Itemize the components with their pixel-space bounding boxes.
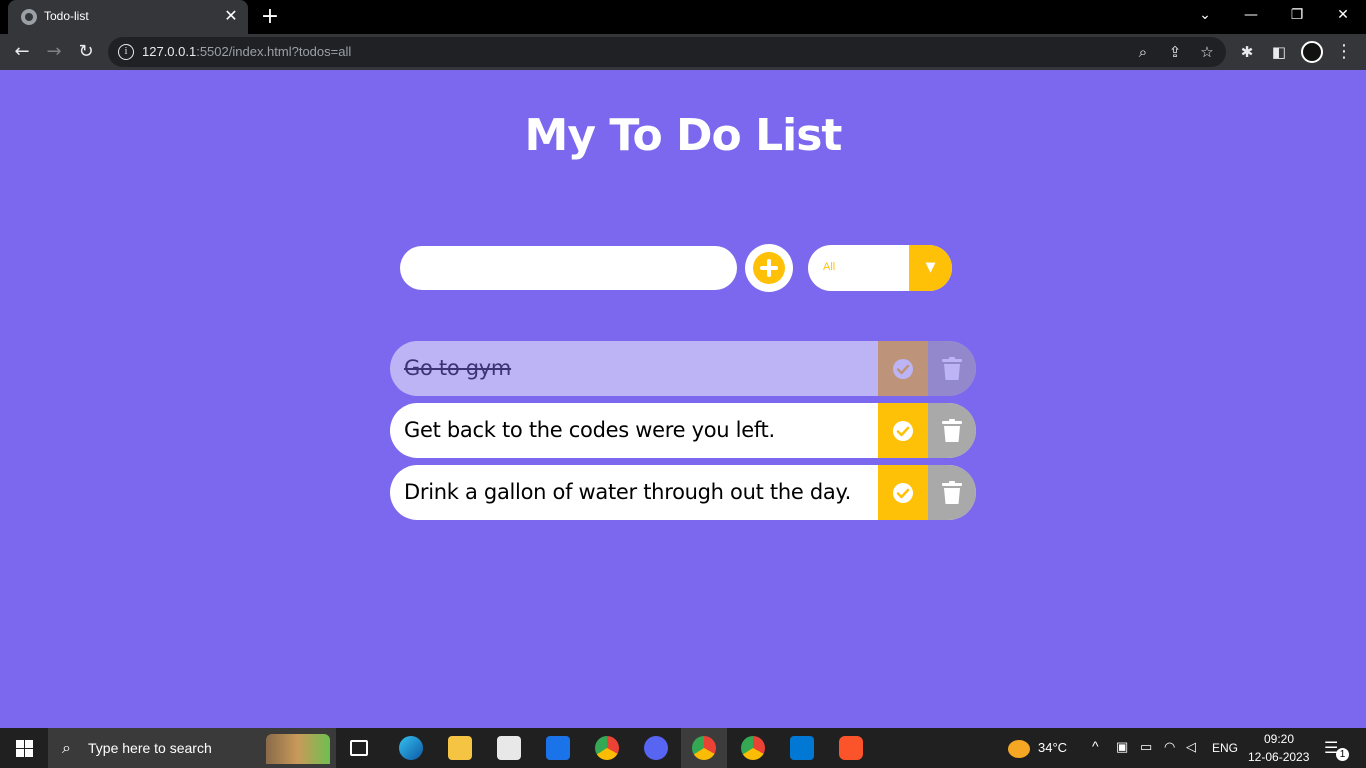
todo-text: Drink a gallon of water through out the … xyxy=(404,480,851,504)
menu-kebab-icon[interactable]: ⋮ xyxy=(1332,40,1356,64)
tray-chevron-icon[interactable]: ^ xyxy=(1092,738,1099,754)
tab-strip: Todo-list ✕ + ⌄ — ❐ ✕ xyxy=(0,0,1366,34)
brave-browser-icon[interactable] xyxy=(839,736,863,760)
search-placeholder: Type here to search xyxy=(88,740,212,756)
url-text[interactable]: 127.0.0.1:5502/index.html?todos=all xyxy=(142,44,351,59)
meet-now-icon[interactable]: ▣ xyxy=(1116,739,1128,755)
weather-icon[interactable] xyxy=(1008,740,1030,758)
address-bar[interactable]: i 127.0.0.1:5502/index.html?todos=all ⌕ … xyxy=(108,37,1226,67)
language-indicator[interactable]: ENG xyxy=(1212,741,1238,755)
trash-icon xyxy=(942,418,962,442)
discord-icon[interactable] xyxy=(644,736,668,760)
page-title: My To Do List xyxy=(524,110,843,161)
todo-item: Go to gym xyxy=(390,341,976,396)
delete-button[interactable] xyxy=(928,465,976,520)
mail-icon[interactable] xyxy=(546,736,570,760)
browser-toolbar: ← → ↻ i 127.0.0.1:5502/index.html?todos=… xyxy=(0,34,1366,70)
share-icon[interactable]: ⇪ xyxy=(1165,42,1185,62)
delete-button[interactable] xyxy=(928,341,976,396)
vscode-icon[interactable] xyxy=(790,736,814,760)
windows-start-icon[interactable] xyxy=(16,740,33,757)
check-circle-icon xyxy=(893,482,913,503)
minimize-button[interactable]: — xyxy=(1228,0,1274,30)
close-window-button[interactable]: ✕ xyxy=(1320,0,1366,30)
battery-icon[interactable]: ▭ xyxy=(1140,739,1152,755)
tab-title: Todo-list xyxy=(44,9,89,23)
reload-icon[interactable]: ↻ xyxy=(74,40,98,64)
todo-item: Drink a gallon of water through out the … xyxy=(390,465,976,520)
search-highlight-image xyxy=(266,734,330,764)
close-tab-icon[interactable]: ✕ xyxy=(222,7,240,25)
profile-avatar[interactable] xyxy=(1301,41,1323,63)
back-arrow-icon[interactable]: ← xyxy=(10,40,34,64)
filter-value: All xyxy=(823,261,836,273)
delete-button[interactable] xyxy=(928,403,976,458)
todo-input[interactable] xyxy=(400,246,737,290)
site-info-icon[interactable]: i xyxy=(118,44,134,60)
complete-button[interactable] xyxy=(878,465,928,520)
tab-search-icon[interactable]: ⌄ xyxy=(1182,0,1228,30)
todo-list: Go to gym Get back to the codes were you… xyxy=(390,341,976,527)
file-explorer-icon[interactable] xyxy=(448,736,472,760)
trash-icon xyxy=(942,356,962,380)
new-tab-button[interactable]: + xyxy=(258,5,282,29)
side-panel-icon[interactable]: ◧ xyxy=(1267,40,1291,64)
plus-circle-icon xyxy=(753,252,785,284)
filter-select[interactable]: All ▼ xyxy=(808,245,952,291)
chrome-profile-icon[interactable] xyxy=(692,736,716,760)
notification-count: 1 xyxy=(1336,748,1349,761)
browser-tab[interactable]: Todo-list ✕ xyxy=(8,0,248,34)
todo-text: Go to gym xyxy=(404,356,512,380)
restore-button[interactable]: ❐ xyxy=(1274,0,1320,30)
dropdown-arrow-icon[interactable]: ▼ xyxy=(909,245,952,291)
extensions-icon[interactable]: ✱ xyxy=(1235,40,1259,64)
microsoft-store-icon[interactable] xyxy=(497,736,521,760)
bookmark-star-icon[interactable]: ☆ xyxy=(1197,42,1217,62)
check-circle-icon xyxy=(893,420,913,441)
volume-icon[interactable]: ◁ xyxy=(1186,739,1196,755)
trash-icon xyxy=(942,480,962,504)
globe-icon xyxy=(21,9,37,25)
todo-item: Get back to the codes were you left. xyxy=(390,403,976,458)
wifi-icon[interactable]: ◠ xyxy=(1164,739,1175,755)
weather-temp[interactable]: 34°C xyxy=(1038,740,1067,755)
complete-button[interactable] xyxy=(878,341,928,396)
clock-date[interactable]: 12-06-2023 xyxy=(1248,750,1309,764)
check-circle-icon xyxy=(893,358,913,379)
forward-arrow-icon[interactable]: → xyxy=(42,40,66,64)
task-view-icon[interactable] xyxy=(350,740,368,756)
search-icon: ⌕ xyxy=(62,738,71,757)
edge-browser-icon[interactable] xyxy=(399,736,423,760)
complete-button[interactable] xyxy=(878,403,928,458)
chrome-profile-2-icon[interactable] xyxy=(741,736,765,760)
windows-taskbar: ⌕ Type here to search 34°C ^ ▣ ▭ ◠ ◁ ENG… xyxy=(0,728,1366,768)
zoom-icon[interactable]: ⌕ xyxy=(1133,42,1153,62)
clock-time[interactable]: 09:20 xyxy=(1264,732,1294,746)
taskbar-search[interactable]: ⌕ Type here to search xyxy=(48,728,336,768)
add-todo-button[interactable] xyxy=(745,244,793,292)
todo-text: Get back to the codes were you left. xyxy=(404,418,775,442)
chrome-icon[interactable] xyxy=(595,736,619,760)
